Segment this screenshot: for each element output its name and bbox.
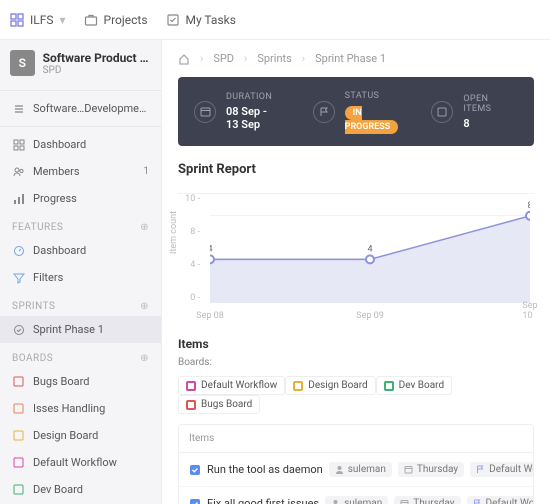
sidebar-feature-filters[interactable]: Filters bbox=[0, 264, 161, 291]
breadcrumb: ›SPD ›Sprints ›Sprint Phase 1 bbox=[162, 40, 550, 77]
open-items-icon bbox=[431, 101, 453, 123]
sprint-chart: 10 -8 -4 -0 -Item count448Sep 08Sep 09Se… bbox=[178, 193, 534, 323]
svg-text:8: 8 bbox=[527, 201, 530, 211]
list-icon bbox=[12, 102, 25, 115]
items-title: Items bbox=[162, 323, 550, 357]
checklist-icon bbox=[166, 13, 180, 27]
sprint-icon bbox=[12, 323, 25, 336]
assignee-tag[interactable]: suleman bbox=[329, 462, 392, 477]
crumb-c: Sprint Phase 1 bbox=[315, 52, 386, 65]
briefcase-icon bbox=[84, 13, 98, 27]
project-subtitle: SPD bbox=[43, 65, 151, 76]
items-table: Items Run the tool as daemon suleman Thurs… bbox=[178, 424, 534, 504]
chevron-down-icon: ▾ bbox=[59, 13, 65, 27]
sidebar-board-issues[interactable]: Isses Handling bbox=[0, 395, 161, 422]
sidebar-board-dev[interactable]: Dev Board bbox=[0, 476, 161, 503]
assignee-tag[interactable]: suleman bbox=[325, 496, 388, 504]
workspace-switcher[interactable]: ILFS ▾ bbox=[10, 13, 66, 27]
table-row[interactable]: Fix all good first issues suleman Thursday… bbox=[179, 487, 533, 504]
project-title: Software Product D... bbox=[43, 51, 151, 65]
sidebar-item-dashboard[interactable]: Dashboard bbox=[0, 131, 161, 158]
nav-projects-label: Projects bbox=[104, 13, 148, 27]
sidebar-item-progress[interactable]: Progress bbox=[0, 185, 161, 212]
svg-text:4: 4 bbox=[210, 244, 213, 254]
sidebar-item-members[interactable]: Members 1 bbox=[0, 158, 161, 185]
board-icon bbox=[12, 375, 25, 388]
sprint-stats: DURATION08 Sep - 13 Sep STATUSIN PROGRES… bbox=[178, 77, 534, 146]
duration-value: 08 Sep - 13 Sep bbox=[226, 105, 281, 131]
workflow-tag[interactable]: Default Workflow - Todo bbox=[470, 462, 533, 477]
date-tag[interactable]: Thursday bbox=[394, 496, 460, 504]
section-features: FEATURES ⊕ bbox=[0, 212, 161, 237]
crumb-b[interactable]: Sprints bbox=[257, 52, 291, 65]
plus-icon[interactable]: ⊕ bbox=[140, 222, 149, 233]
date-tag[interactable]: Thursday bbox=[398, 462, 464, 477]
board-chip[interactable]: Design Board bbox=[285, 376, 375, 395]
sprint-report-title: Sprint Report bbox=[162, 146, 550, 193]
board-chip[interactable]: Dev Board bbox=[376, 376, 452, 395]
sidebar-board-bugs[interactable]: Bugs Board bbox=[0, 368, 161, 395]
crumb-a[interactable]: SPD bbox=[213, 52, 234, 65]
progress-icon bbox=[12, 192, 25, 205]
open-items-value: 8 bbox=[463, 117, 518, 130]
table-row[interactable]: Run the tool as daemon suleman Thursday Def… bbox=[179, 453, 533, 487]
task-icon bbox=[189, 498, 201, 504]
row-title: Run the tool as daemon bbox=[207, 463, 323, 476]
boards-filter: Boards: Default WorkflowDesign BoardDev … bbox=[162, 357, 550, 424]
nav-mytasks-label: My Tasks bbox=[186, 13, 236, 27]
gauge-icon bbox=[12, 244, 25, 257]
board-chip[interactable]: Default Workflow bbox=[178, 376, 285, 395]
dashboard-icon bbox=[12, 138, 25, 151]
members-count: 1 bbox=[143, 166, 149, 177]
home-icon[interactable] bbox=[178, 53, 190, 65]
grid-icon bbox=[10, 13, 24, 27]
members-icon bbox=[12, 165, 25, 178]
calendar-icon bbox=[194, 101, 216, 123]
workspace-name: ILFS bbox=[30, 13, 53, 27]
sidebar-sprint-phase1[interactable]: Sprint Phase 1 bbox=[0, 316, 161, 343]
project-header[interactable]: S Software Product D... SPD bbox=[0, 40, 161, 86]
flag-icon bbox=[313, 101, 335, 123]
section-boards: BOARDS ⊕ bbox=[0, 343, 161, 368]
status-badge: IN PROGRESS bbox=[345, 106, 399, 134]
board-icon bbox=[12, 402, 25, 415]
plus-icon[interactable]: ⊕ bbox=[140, 353, 149, 364]
sidebar-feature-dashboard[interactable]: Dashboard bbox=[0, 237, 161, 264]
row-title: Fix all good first issues bbox=[207, 497, 319, 504]
plus-icon[interactable]: ⊕ bbox=[140, 301, 149, 312]
board-icon bbox=[12, 483, 25, 496]
board-icon bbox=[12, 429, 25, 442]
sidebar-board-design[interactable]: Design Board bbox=[0, 422, 161, 449]
workflow-tag[interactable]: Default Workflow - Todo bbox=[467, 496, 533, 504]
sidebar-board-default[interactable]: Default Workflow bbox=[0, 449, 161, 476]
svg-text:4: 4 bbox=[367, 244, 372, 254]
project-avatar: S bbox=[10, 50, 35, 76]
nav-mytasks[interactable]: My Tasks bbox=[166, 13, 236, 27]
filter-icon bbox=[12, 271, 25, 284]
board-icon bbox=[12, 456, 25, 469]
sidebar-item-list[interactable]: Software…Development List bbox=[0, 95, 161, 122]
task-icon bbox=[189, 464, 201, 476]
section-sprints: SPRINTS ⊕ bbox=[0, 291, 161, 316]
nav-projects[interactable]: Projects bbox=[84, 13, 148, 27]
items-header: Items bbox=[179, 425, 533, 453]
board-chip[interactable]: Bugs Board bbox=[178, 395, 260, 414]
